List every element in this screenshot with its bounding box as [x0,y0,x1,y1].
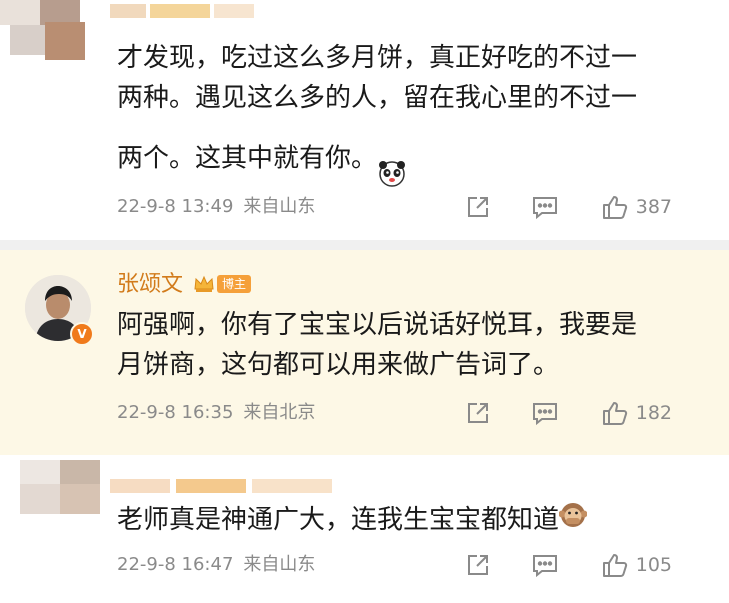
username[interactable]: 张颂文 [117,270,183,300]
like-count: 182 [635,402,672,424]
comment-meta: 22-9-8 16:35 来自北京 [117,398,315,428]
like-icon[interactable] [600,550,630,580]
comment-text: 才发现，吃过这么多月饼，真正好吃的不过一 两种。遇见这么多的人，留在我心里的不过… [117,38,687,200]
comment-location: 来自山东 [243,554,316,575]
crown-icon [193,274,215,294]
share-icon[interactable] [463,398,493,428]
comment-icon[interactable] [530,192,560,222]
blurred-username [110,477,350,497]
comment-item: 老师真是神通广大，连我生宝宝都知道 22-9-8 16:47 来自山东 105 [0,455,729,603]
comment-date: 22-9-8 16:47 [117,554,234,575]
comment-meta: 22-9-8 13:49 来自山东 [117,192,315,222]
blurred-avatar [0,0,100,60]
comment-item: 才发现，吃过这么多月饼，真正好吃的不过一 两种。遇见这么多的人，留在我心里的不过… [0,0,729,240]
speak-no-evil-monkey-icon [558,501,588,541]
share-icon[interactable] [463,192,493,222]
comment-icon[interactable] [530,550,560,580]
comment-actions: 387 [463,192,672,222]
comment-text: 阿强啊，你有了宝宝以后说话好悦耳，我要是 月饼商，这句都可以用来做广告词了。 [117,310,638,380]
comment-actions: 182 [463,398,672,428]
divider [0,240,729,250]
share-icon[interactable] [463,550,493,580]
blurred-avatar [20,460,100,520]
like-icon[interactable] [600,398,630,428]
comment-location: 来自北京 [243,402,316,423]
panda-face-icon [377,118,407,200]
comment-meta: 22-9-8 16:47 来自山东 [117,550,315,580]
comment-item-highlighted: V 张颂文 博主 阿强啊，你有了宝宝以后说话好悦耳，我要是 月饼商，这句都可以用… [0,250,729,455]
comment-date: 22-9-8 13:49 [117,196,234,217]
blogger-badge-group: 博主 [193,274,252,294]
blogger-badge: 博主 [217,275,252,293]
comment-text: 老师真是神通广大，连我生宝宝都知道 [117,500,687,541]
verified-badge: V [70,322,94,346]
comment-location: 来自山东 [243,196,316,217]
like-count: 387 [635,196,672,218]
blurred-username [110,0,280,22]
comment-actions: 105 [463,550,672,580]
like-icon[interactable] [600,192,630,222]
like-count: 105 [635,554,672,576]
comment-icon[interactable] [530,398,560,428]
comment-date: 22-9-8 16:35 [117,402,234,423]
